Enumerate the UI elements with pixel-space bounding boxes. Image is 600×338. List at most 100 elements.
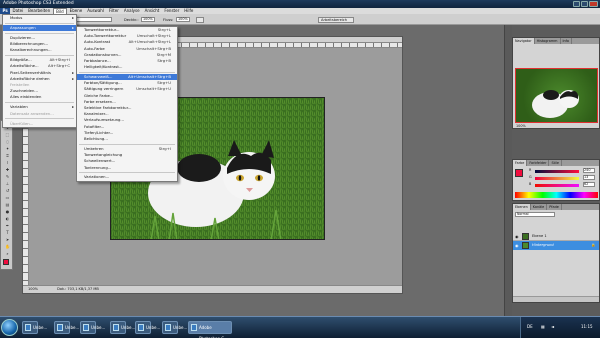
color-fg-swatch[interactable] <box>515 169 523 177</box>
adjust-menu-item-label: Farbbalance... <box>84 57 111 63</box>
eraser-tool-icon[interactable]: ▭ <box>4 195 11 200</box>
crop-tool-icon[interactable]: ⌗ <box>4 153 11 158</box>
tab-color[interactable]: Farbe <box>513 160 528 166</box>
opacity-field[interactable]: 100% <box>141 17 155 22</box>
flow-field[interactable]: 100% <box>176 17 190 22</box>
adjust-menu-item-label: Variationen... <box>84 174 110 180</box>
adjust-menu-item-label: Fotofilter... <box>84 123 105 129</box>
workspace-button[interactable]: Arbeitsbereich <box>318 16 354 23</box>
adjust-menu-item-label: Tonwertangleichung <box>84 152 123 158</box>
bild-menu-item-label: Pixel-Seitenverhältnis <box>10 69 51 75</box>
eyedropper-tool-icon[interactable]: ⌇ <box>4 160 11 165</box>
type-tool-icon[interactable]: T <box>4 230 11 235</box>
status-zoom[interactable]: 100% <box>28 287 38 291</box>
taskbar-item[interactable]: Unbe... <box>162 321 187 334</box>
healing-brush-tool-icon[interactable]: ✚ <box>4 167 11 172</box>
taskbar-item[interactable]: Unbe... <box>80 321 105 334</box>
blend-mode-select[interactable]: Normal <box>515 212 555 217</box>
menu-separator <box>5 101 74 103</box>
tab-layers[interactable]: Ebenen <box>513 204 531 210</box>
taskbar-item[interactable]: Unbe... <box>110 321 135 334</box>
start-button[interactable] <box>1 319 18 336</box>
dodge-tool-icon[interactable]: ◐ <box>4 216 11 221</box>
menu-separator <box>5 22 74 24</box>
tab-info[interactable]: Info <box>561 38 572 44</box>
airbrush-icon[interactable] <box>196 16 204 23</box>
lasso-tool-icon[interactable]: ◌ <box>4 139 11 144</box>
layer-row[interactable]: ◉ Ebene 1 <box>513 232 599 241</box>
magic-wand-tool-icon[interactable]: ✦ <box>4 146 11 151</box>
layer-name[interactable]: Hintergrund <box>532 243 554 247</box>
taskbar-item[interactable]: Unbe... <box>135 321 160 334</box>
adjust-menu-item[interactable]: Tontrennung... <box>77 165 177 171</box>
bild-menu-item[interactable]: Kanalberechnungen... <box>3 47 76 53</box>
history-brush-tool-icon[interactable]: ↺ <box>4 188 11 193</box>
close-button[interactable] <box>589 1 598 7</box>
pen-tool-icon[interactable]: ✒ <box>4 223 11 228</box>
blur-tool-icon[interactable]: ● <box>4 209 11 214</box>
maximize-button[interactable] <box>581 1 588 7</box>
taskbar-item-photoshop[interactable]: Adobe Photoshop C... <box>188 321 232 338</box>
stamp-tool-icon[interactable]: ⊥ <box>4 181 11 186</box>
bild-menu-item-label: Arbeitsfläche drehen <box>10 75 50 81</box>
bild-menu-item-label: Kanalberechnungen... <box>10 47 52 53</box>
adjust-menu-item-label: Umkehren <box>84 145 104 151</box>
eye-icon[interactable]: ◉ <box>515 243 519 248</box>
menu-separator <box>5 54 74 56</box>
bild-menu-item[interactable]: Modus ▸ <box>3 15 76 21</box>
menu-separator <box>79 71 175 73</box>
network-icon[interactable]: ▦ <box>541 324 545 329</box>
taskbar-item[interactable]: Unbe... <box>22 321 47 334</box>
bild-menu-item-label: Überfüllen... <box>10 120 34 126</box>
bild-menu-item-label: Alles einblenden <box>10 94 42 100</box>
lock-icon: 🔒 <box>591 243 596 247</box>
tools-panel: ✥ ⬚ ◌ ✦ ⌗ ⌇ ✚ ✎ ⊥ ↺ ▭ ▤ ● ◐ ✒ T ➤ ✋ ⌕ <box>0 120 13 270</box>
hand-tool-icon[interactable]: ✋ <box>4 244 11 249</box>
layer-name[interactable]: Ebene 1 <box>532 234 547 238</box>
eye-icon[interactable]: ◉ <box>515 234 519 239</box>
color-slider-b[interactable]: B 62 <box>529 182 597 189</box>
tab-swatches[interactable]: Farbfelder <box>527 160 550 166</box>
color-value-b[interactable]: 62 <box>583 182 595 187</box>
path-selection-tool-icon[interactable]: ➤ <box>4 237 11 242</box>
clock[interactable]: 11:15 <box>581 324 593 329</box>
adjust-menu-item[interactable]: Helligkeit/Kontrast... <box>77 64 177 70</box>
tab-histogram[interactable]: Histogramm <box>535 38 561 44</box>
marquee-tool-icon[interactable]: ⬚ <box>4 132 11 137</box>
adjust-menu-item-label: Tiefen/Lichter... <box>84 129 114 135</box>
adjust-menu-item[interactable]: Variationen... <box>77 174 177 180</box>
navigator-zoom[interactable]: 100% <box>516 124 526 128</box>
locale-indicator[interactable]: DE <box>527 324 533 329</box>
color-value-g[interactable]: 13 <box>583 175 595 180</box>
volume-icon[interactable]: ◄ <box>551 324 554 329</box>
adjust-menu-item-label: Tonwertkorrektur... <box>84 27 120 32</box>
foreground-color-swatch[interactable] <box>3 259 9 265</box>
adjust-menu-item[interactable]: Belichtung... <box>77 136 177 142</box>
color-slider-g[interactable]: G 13 <box>529 175 597 182</box>
gradient-tool-icon[interactable]: ▤ <box>4 202 11 207</box>
options-bar: Deckkr.: 100% Fluss: 100% Arbeitsbereich <box>0 14 600 25</box>
brush-tool-icon[interactable]: ✎ <box>4 174 11 179</box>
tab-navigator[interactable]: Navigator <box>513 38 535 44</box>
color-ramp[interactable] <box>515 192 598 198</box>
layers-footer <box>513 296 599 302</box>
bild-menu-item[interactable]: Anpassungen ▸ <box>3 24 76 32</box>
navigator-preview[interactable] <box>515 68 598 123</box>
adjust-menu-item-label: Sättigung verringern <box>84 86 124 92</box>
color-slider-r[interactable]: R 240 <box>529 168 597 175</box>
taskbar-item[interactable]: Unbe... <box>54 321 79 334</box>
layer-row-selected[interactable]: ◉ Hintergrund 🔒 <box>513 241 599 250</box>
bild-menu-item-label: Freistellen <box>10 82 30 88</box>
color-value-r[interactable]: 240 <box>583 168 595 173</box>
tab-channels[interactable]: Kanäle <box>531 204 548 210</box>
layer-thumbnail <box>522 233 529 240</box>
status-info: Dok.: 703,1 KB/1,37 MB <box>57 287 99 291</box>
minimize-button[interactable] <box>573 1 580 7</box>
adjust-menu-item-label: Schwarzweiß... <box>84 74 113 80</box>
tab-paths[interactable]: Pfade <box>547 204 562 210</box>
bild-menu-item[interactable]: Alles einblenden <box>3 94 76 100</box>
zoom-tool-icon[interactable]: ⌕ <box>4 251 11 256</box>
adjust-menu-item-label: Verlaufsumsetzung... <box>84 117 125 123</box>
adjust-menu-item-label: Auto-Farbe <box>84 45 105 51</box>
tab-styles[interactable]: Stile <box>549 160 562 166</box>
